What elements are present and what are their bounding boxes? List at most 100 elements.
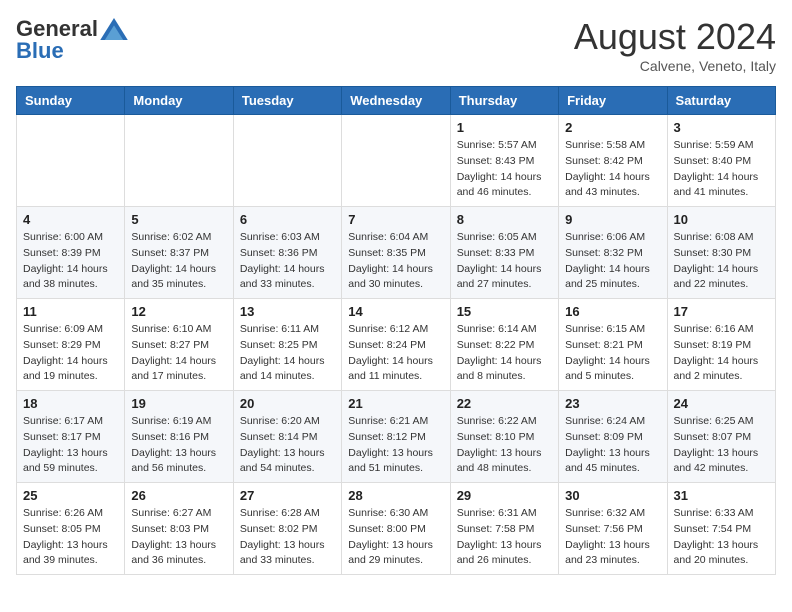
day-info: Sunrise: 6:16 AM Sunset: 8:19 PM Dayligh…	[674, 322, 769, 385]
weekday-header-wednesday: Wednesday	[342, 87, 450, 115]
calendar-cell: 20 Sunrise: 6:20 AM Sunset: 8:14 PM Dayli…	[233, 391, 341, 483]
calendar-cell: 10 Sunrise: 6:08 AM Sunset: 8:30 PM Dayli…	[667, 207, 775, 299]
weekday-header-friday: Friday	[559, 87, 667, 115]
day-info: Sunrise: 6:02 AM Sunset: 8:37 PM Dayligh…	[131, 230, 226, 293]
calendar-cell: 17 Sunrise: 6:16 AM Sunset: 8:19 PM Dayli…	[667, 299, 775, 391]
calendar-table: SundayMondayTuesdayWednesdayThursdayFrid…	[16, 86, 776, 575]
calendar-cell: 29Sunrise: 6:31 AM Sunset: 7:58 PM Dayli…	[450, 483, 558, 575]
calendar-cell	[342, 115, 450, 207]
day-number: 2	[565, 120, 660, 135]
calendar-week-row: 1 Sunrise: 5:57 AM Sunset: 8:43 PM Daylig…	[17, 115, 776, 207]
calendar-week-row: 25Sunrise: 6:26 AM Sunset: 8:05 PM Dayli…	[17, 483, 776, 575]
day-number: 15	[457, 304, 552, 319]
day-info: Sunrise: 6:30 AM Sunset: 8:00 PM Dayligh…	[348, 506, 443, 569]
calendar-cell: 22 Sunrise: 6:22 AM Sunset: 8:10 PM Dayli…	[450, 391, 558, 483]
day-info: Sunrise: 5:59 AM Sunset: 8:40 PM Dayligh…	[674, 138, 769, 201]
day-number: 24	[674, 396, 769, 411]
logo: General Blue	[16, 16, 128, 64]
weekday-header-monday: Monday	[125, 87, 233, 115]
calendar-cell: 30 Sunrise: 6:32 AM Sunset: 7:56 PM Dayli…	[559, 483, 667, 575]
logo-blue-text: Blue	[16, 38, 64, 64]
calendar-cell: 14 Sunrise: 6:12 AM Sunset: 8:24 PM Dayli…	[342, 299, 450, 391]
day-info: Sunrise: 6:03 AM Sunset: 8:36 PM Dayligh…	[240, 230, 335, 293]
calendar-cell: 26 Sunrise: 6:27 AM Sunset: 8:03 PM Dayli…	[125, 483, 233, 575]
month-year-title: August 2024	[574, 16, 776, 58]
calendar-cell: 7Sunrise: 6:04 AM Sunset: 8:35 PM Daylig…	[342, 207, 450, 299]
calendar-week-row: 18Sunrise: 6:17 AM Sunset: 8:17 PM Dayli…	[17, 391, 776, 483]
day-number: 8	[457, 212, 552, 227]
day-number: 6	[240, 212, 335, 227]
calendar-cell: 24 Sunrise: 6:25 AM Sunset: 8:07 PM Dayli…	[667, 391, 775, 483]
day-info: Sunrise: 6:32 AM Sunset: 7:56 PM Dayligh…	[565, 506, 660, 569]
day-info: Sunrise: 6:15 AM Sunset: 8:21 PM Dayligh…	[565, 322, 660, 385]
calendar-cell: 8 Sunrise: 6:05 AM Sunset: 8:33 PM Daylig…	[450, 207, 558, 299]
day-info: Sunrise: 6:00 AM Sunset: 8:39 PM Dayligh…	[23, 230, 118, 293]
day-info: Sunrise: 6:17 AM Sunset: 8:17 PM Dayligh…	[23, 414, 118, 477]
calendar-cell: 15Sunrise: 6:14 AM Sunset: 8:22 PM Dayli…	[450, 299, 558, 391]
calendar-week-row: 4 Sunrise: 6:00 AM Sunset: 8:39 PM Daylig…	[17, 207, 776, 299]
calendar-cell	[17, 115, 125, 207]
day-number: 14	[348, 304, 443, 319]
calendar-cell: 21Sunrise: 6:21 AM Sunset: 8:12 PM Dayli…	[342, 391, 450, 483]
day-number: 4	[23, 212, 118, 227]
day-number: 23	[565, 396, 660, 411]
calendar-week-row: 11Sunrise: 6:09 AM Sunset: 8:29 PM Dayli…	[17, 299, 776, 391]
day-info: Sunrise: 5:57 AM Sunset: 8:43 PM Dayligh…	[457, 138, 552, 201]
calendar-cell: 2 Sunrise: 5:58 AM Sunset: 8:42 PM Daylig…	[559, 115, 667, 207]
day-info: Sunrise: 6:24 AM Sunset: 8:09 PM Dayligh…	[565, 414, 660, 477]
day-info: Sunrise: 6:25 AM Sunset: 8:07 PM Dayligh…	[674, 414, 769, 477]
day-number: 26	[131, 488, 226, 503]
calendar-header-row: SundayMondayTuesdayWednesdayThursdayFrid…	[17, 87, 776, 115]
day-info: Sunrise: 5:58 AM Sunset: 8:42 PM Dayligh…	[565, 138, 660, 201]
day-info: Sunrise: 6:22 AM Sunset: 8:10 PM Dayligh…	[457, 414, 552, 477]
day-number: 9	[565, 212, 660, 227]
calendar-cell: 4 Sunrise: 6:00 AM Sunset: 8:39 PM Daylig…	[17, 207, 125, 299]
weekday-header-tuesday: Tuesday	[233, 87, 341, 115]
day-info: Sunrise: 6:27 AM Sunset: 8:03 PM Dayligh…	[131, 506, 226, 569]
weekday-header-thursday: Thursday	[450, 87, 558, 115]
calendar-cell: 13 Sunrise: 6:11 AM Sunset: 8:25 PM Dayli…	[233, 299, 341, 391]
page-header: General Blue August 2024 Calvene, Veneto…	[16, 16, 776, 74]
calendar-cell: 9 Sunrise: 6:06 AM Sunset: 8:32 PM Daylig…	[559, 207, 667, 299]
day-number: 3	[674, 120, 769, 135]
day-number: 13	[240, 304, 335, 319]
day-number: 20	[240, 396, 335, 411]
day-info: Sunrise: 6:21 AM Sunset: 8:12 PM Dayligh…	[348, 414, 443, 477]
day-number: 1	[457, 120, 552, 135]
day-number: 25	[23, 488, 118, 503]
day-info: Sunrise: 6:12 AM Sunset: 8:24 PM Dayligh…	[348, 322, 443, 385]
location-subtitle: Calvene, Veneto, Italy	[574, 58, 776, 74]
day-number: 30	[565, 488, 660, 503]
day-number: 22	[457, 396, 552, 411]
day-number: 5	[131, 212, 226, 227]
calendar-cell: 3 Sunrise: 5:59 AM Sunset: 8:40 PM Daylig…	[667, 115, 775, 207]
calendar-cell: 27Sunrise: 6:28 AM Sunset: 8:02 PM Dayli…	[233, 483, 341, 575]
day-info: Sunrise: 6:05 AM Sunset: 8:33 PM Dayligh…	[457, 230, 552, 293]
day-number: 17	[674, 304, 769, 319]
day-info: Sunrise: 6:19 AM Sunset: 8:16 PM Dayligh…	[131, 414, 226, 477]
weekday-header-saturday: Saturday	[667, 87, 775, 115]
day-number: 11	[23, 304, 118, 319]
calendar-cell: 12 Sunrise: 6:10 AM Sunset: 8:27 PM Dayli…	[125, 299, 233, 391]
day-number: 10	[674, 212, 769, 227]
day-info: Sunrise: 6:20 AM Sunset: 8:14 PM Dayligh…	[240, 414, 335, 477]
day-info: Sunrise: 6:04 AM Sunset: 8:35 PM Dayligh…	[348, 230, 443, 293]
calendar-cell	[233, 115, 341, 207]
day-number: 29	[457, 488, 552, 503]
day-number: 16	[565, 304, 660, 319]
day-info: Sunrise: 6:33 AM Sunset: 7:54 PM Dayligh…	[674, 506, 769, 569]
day-info: Sunrise: 6:28 AM Sunset: 8:02 PM Dayligh…	[240, 506, 335, 569]
weekday-header-sunday: Sunday	[17, 87, 125, 115]
calendar-cell: 31 Sunrise: 6:33 AM Sunset: 7:54 PM Dayli…	[667, 483, 775, 575]
calendar-cell: 25Sunrise: 6:26 AM Sunset: 8:05 PM Dayli…	[17, 483, 125, 575]
day-info: Sunrise: 6:10 AM Sunset: 8:27 PM Dayligh…	[131, 322, 226, 385]
day-number: 31	[674, 488, 769, 503]
calendar-cell: 16 Sunrise: 6:15 AM Sunset: 8:21 PM Dayli…	[559, 299, 667, 391]
calendar-cell: 28Sunrise: 6:30 AM Sunset: 8:00 PM Dayli…	[342, 483, 450, 575]
day-info: Sunrise: 6:08 AM Sunset: 8:30 PM Dayligh…	[674, 230, 769, 293]
day-number: 12	[131, 304, 226, 319]
day-info: Sunrise: 6:06 AM Sunset: 8:32 PM Dayligh…	[565, 230, 660, 293]
calendar-cell: 5 Sunrise: 6:02 AM Sunset: 8:37 PM Daylig…	[125, 207, 233, 299]
day-info: Sunrise: 6:11 AM Sunset: 8:25 PM Dayligh…	[240, 322, 335, 385]
calendar-cell: 11Sunrise: 6:09 AM Sunset: 8:29 PM Dayli…	[17, 299, 125, 391]
